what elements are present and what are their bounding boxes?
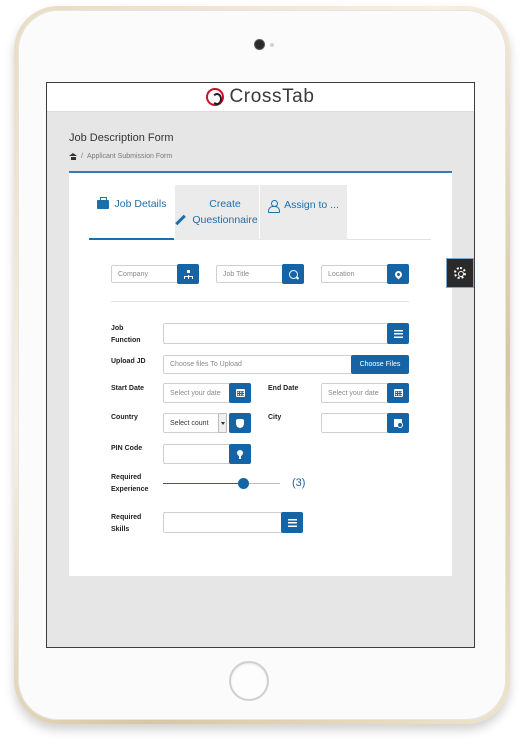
experience-value: (3) — [292, 477, 306, 489]
home-icon[interactable] — [69, 153, 77, 160]
calendar-icon — [393, 389, 403, 397]
pin-icon — [237, 449, 243, 459]
pin-code-input[interactable] — [163, 444, 231, 464]
settings-panel-toggle[interactable] — [446, 258, 474, 288]
city-addon-button[interactable] — [387, 413, 409, 433]
user-icon — [268, 200, 281, 213]
shield-icon — [236, 418, 244, 428]
sitemap-icon — [183, 269, 193, 279]
breadcrumb-separator: / — [81, 153, 83, 160]
tab-job-details[interactable]: Job Details — [89, 185, 174, 240]
experience-slider-thumb[interactable] — [238, 478, 250, 489]
home-button[interactable] — [229, 661, 269, 701]
company-input[interactable]: Company — [111, 265, 179, 283]
search-icon — [288, 269, 298, 279]
camera-icon — [255, 40, 264, 49]
screen: CrossTab Job Description Form / Applican… — [46, 82, 475, 648]
required-experience-label: Required Experience — [111, 474, 149, 493]
end-date-calendar-button[interactable] — [387, 383, 409, 403]
city-label: City — [268, 414, 282, 421]
section-divider — [111, 301, 409, 302]
start-date-label: Start Date — [111, 385, 145, 392]
location-addon-button[interactable] — [387, 264, 409, 284]
job-title-addon-button[interactable] — [282, 264, 304, 284]
location-input[interactable]: Location — [321, 265, 389, 283]
tab-assign-to[interactable]: Assign to ... — [260, 185, 347, 240]
city-input[interactable] — [321, 413, 389, 433]
company-addon-button[interactable] — [177, 264, 199, 284]
end-date-label: End Date — [268, 385, 299, 392]
brand-bar: CrossTab — [47, 83, 474, 112]
upload-jd-label: Upload JD — [111, 358, 146, 365]
job-title-input[interactable]: Job Title — [216, 265, 284, 283]
list-icon — [287, 518, 297, 527]
end-date-input[interactable]: Select your date — [321, 383, 389, 403]
pin-code-addon-button[interactable] — [229, 444, 251, 464]
upload-jd-input[interactable]: Choose files To Upload — [163, 355, 353, 374]
country-addon-button[interactable] — [229, 413, 251, 433]
breadcrumb: / Applicant Submission Form — [69, 153, 172, 160]
country-label: Country — [111, 414, 138, 421]
required-skills-addon-button[interactable] — [281, 512, 303, 533]
pin-code-label: PIN Code — [111, 445, 143, 452]
form-card: Job Details Create Questionnaire Assign … — [69, 171, 452, 576]
start-date-calendar-button[interactable] — [229, 383, 251, 403]
map-marker-icon — [393, 269, 403, 279]
start-date-input[interactable]: Select your date — [163, 383, 231, 403]
briefcase-icon — [96, 197, 109, 209]
tab-label: Create Questionnaire — [192, 198, 258, 226]
tab-label: Job Details — [114, 197, 167, 210]
required-skills-input[interactable] — [163, 512, 283, 533]
job-function-input[interactable] — [163, 323, 389, 344]
city-icon — [394, 419, 403, 428]
calendar-icon — [235, 389, 245, 397]
gear-icon — [454, 267, 466, 279]
experience-slider-fill — [163, 483, 244, 484]
tab-label: Assign to ... — [284, 198, 339, 211]
country-select[interactable]: Select count — [163, 413, 219, 433]
list-icon — [393, 329, 403, 338]
brand-name: CrossTab — [229, 86, 315, 107]
job-function-addon-button[interactable] — [387, 323, 409, 344]
page-title: Job Description Form — [69, 132, 174, 144]
tab-create-questionnaire[interactable]: Create Questionnaire — [175, 185, 259, 240]
breadcrumb-current: Applicant Submission Form — [86, 153, 173, 160]
sensor-dot — [270, 43, 274, 47]
job-function-label: Job Function — [111, 325, 141, 344]
choose-files-button[interactable]: Choose Files — [351, 355, 409, 374]
tab-bar: Job Details Create Questionnaire Assign … — [89, 185, 431, 240]
pencil-icon — [175, 215, 185, 225]
crosstab-logo-icon — [206, 88, 225, 106]
chevron-down-icon[interactable] — [218, 413, 227, 433]
required-skills-label: Required Skills — [111, 514, 142, 533]
